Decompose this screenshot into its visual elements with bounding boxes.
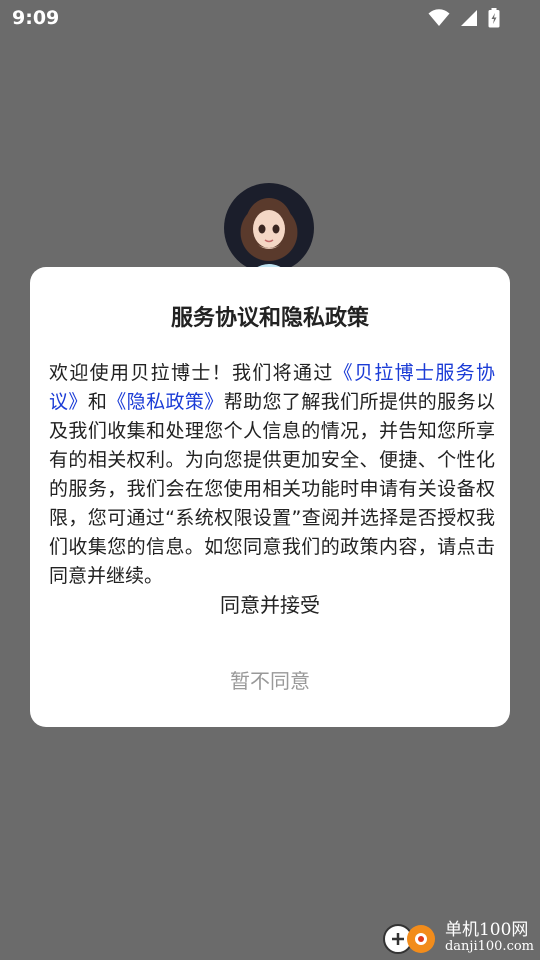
accept-button[interactable]: 同意并接受 (30, 585, 510, 625)
status-icons (428, 8, 500, 28)
dialog-body: 欢迎使用贝拉博士！我们将通过《贝拉博士服务协议》和《隐私政策》帮助您了解我们所提… (49, 359, 495, 591)
body-text-intro: 欢迎使用贝拉博士！我们将通过 (49, 362, 334, 384)
body-text-and: 和 (87, 391, 108, 413)
wifi-icon (428, 9, 450, 26)
watermark-line1: 单机100网 (444, 920, 529, 941)
decline-button[interactable]: 暂不同意 (30, 661, 510, 701)
status-time: 9:09 (12, 7, 60, 29)
status-bar: 9:09 (0, 0, 540, 36)
avatar (224, 183, 314, 273)
battery-icon (488, 8, 500, 28)
watermark-logo-icon (382, 924, 435, 954)
watermark-line2: danji100.com (444, 939, 534, 955)
privacy-dialog: 服务协议和隐私政策 欢迎使用贝拉博士！我们将通过《贝拉博士服务协议》和《隐私政策… (30, 267, 510, 727)
watermark-text: 单机100网 danji100.com (444, 920, 534, 955)
watermark: 单机100网 danji100.com (381, 918, 534, 958)
body-text-main: 帮助您了解我们所提供的服务以及我们收集和处理您个人信息的情况，并告知您所享有的相… (49, 391, 495, 587)
signal-icon (461, 10, 477, 26)
privacy-policy-link[interactable]: 《隐私政策》 (107, 391, 223, 413)
dialog-title: 服务协议和隐私政策 (170, 306, 369, 331)
